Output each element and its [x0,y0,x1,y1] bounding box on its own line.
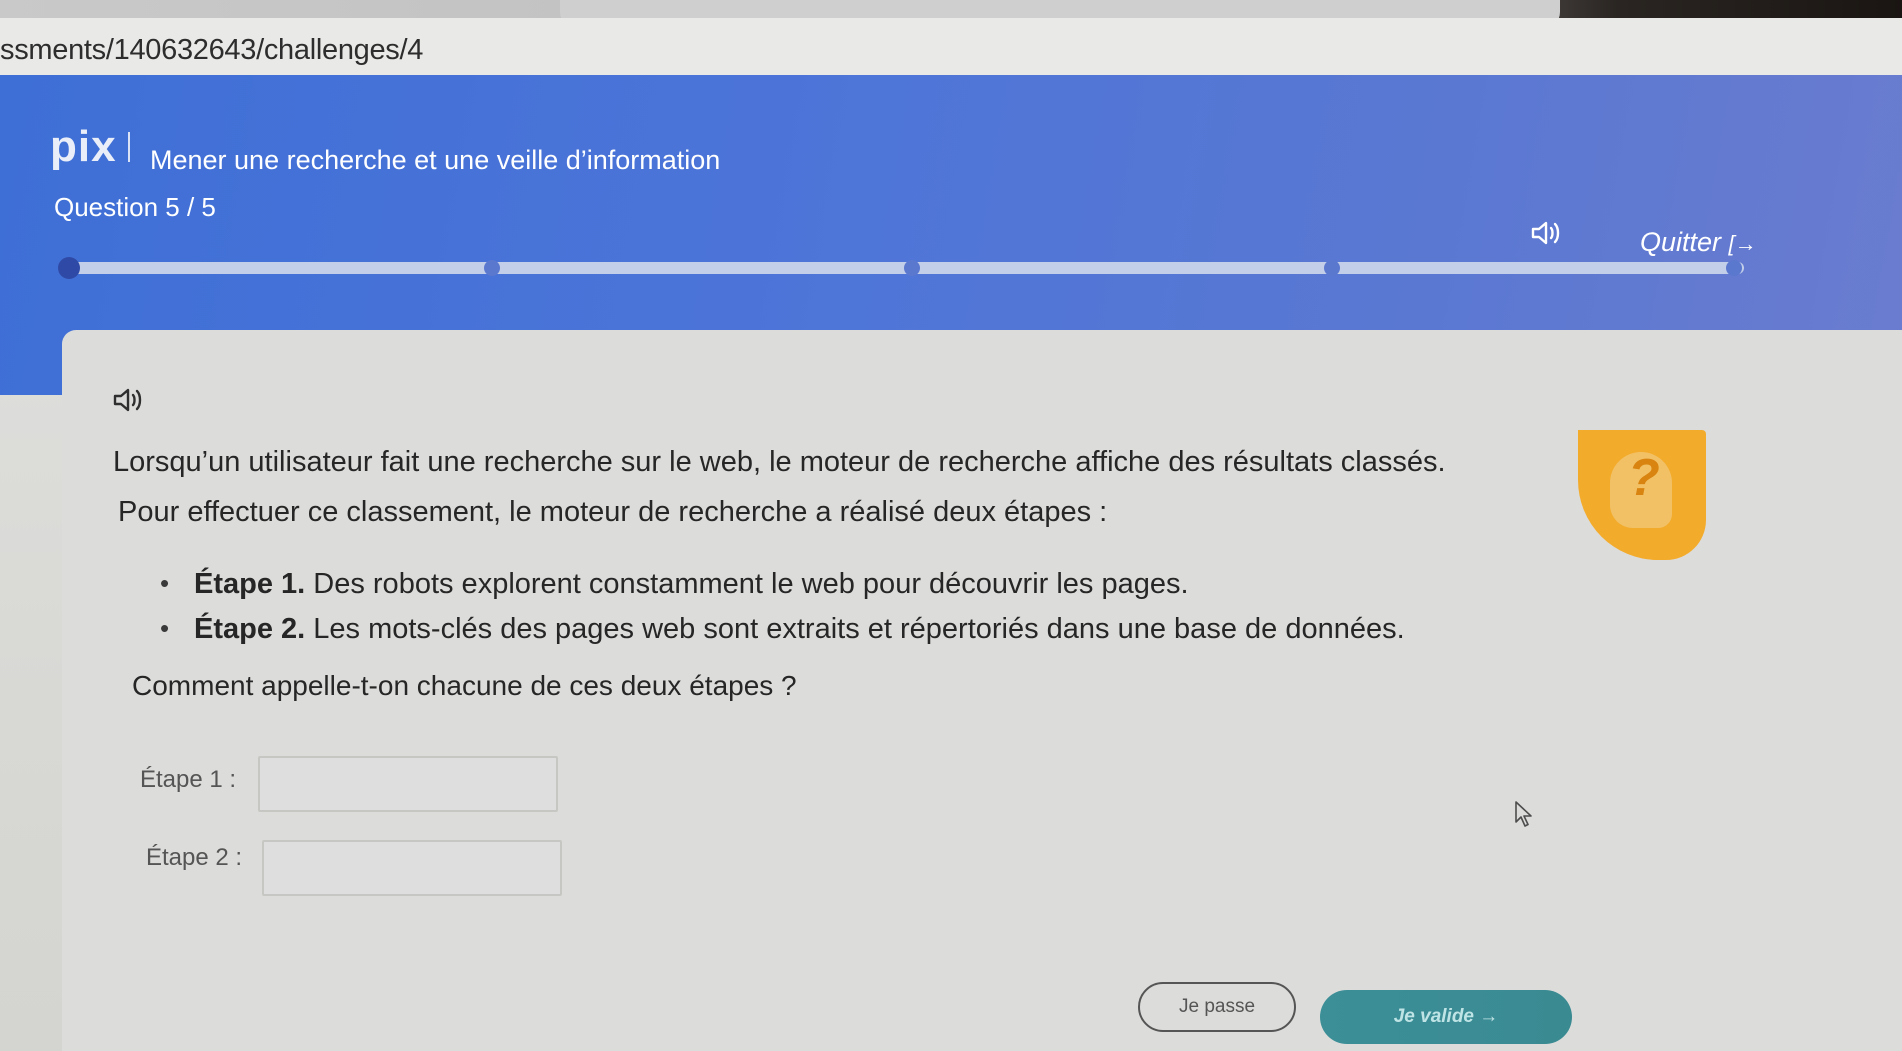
step-1-label: Étape 1 : [140,766,237,793]
step-label: Étape 2. [194,613,306,645]
competence-title: Mener une recherche et une veille d’info… [150,145,721,175]
pointer-arrow-icon [1515,801,1532,827]
quit-button[interactable]: Quitter [→ [1640,227,1757,258]
url-text[interactable]: ssments/140632643/challenges/4 [0,34,423,67]
quit-label: Quitter [1640,227,1722,257]
mouse-pointer-icon [1514,800,1536,835]
question-text: Comment appelle-t-on chacune de ces deux… [132,670,797,701]
step-1-input[interactable] [258,756,558,812]
question-counter: Question 5 / 5 [54,192,216,222]
steps-list: Étape 1. Des robots explorent constammen… [160,568,1405,658]
step-2-label: Étape 2 : [146,844,243,871]
speaker-icon[interactable] [112,385,146,422]
progress-step-5 [1726,260,1742,276]
step-label: Étape 1. [194,568,306,600]
page: ssments/140632643/challenges/4 A⁾ pix Me… [0,0,1902,1051]
instruction-intro-2: Pour effectuer ce classement, le moteur … [118,496,1108,528]
pix-logo[interactable]: pix [50,122,117,172]
speaker-instruction-icon [113,388,142,412]
list-item: Étape 1. Des robots explorent constammen… [160,568,1405,601]
step-text: Les mots-clés des pages web sont extrait… [305,613,1405,645]
speaker-header-icon [1531,221,1560,245]
list-item: Étape 2. Les mots-clés des pages web son… [160,613,1405,646]
progress-bar [58,257,1744,279]
progress-step-4 [1324,260,1340,276]
quit-icon: [→ [1728,231,1757,256]
header-divider [128,132,130,162]
instruction-intro-1: Lorsqu’un utilisateur fait une recherche… [113,446,1446,478]
progress-step-2 [484,260,500,276]
step-text: Des robots explorent constamment le web … [305,568,1189,600]
validate-button[interactable]: Je valide → [1320,990,1572,1044]
progress-step-3 [904,260,920,276]
question-mark-icon: ? [1628,449,1660,507]
speaker-icon[interactable] [1530,218,1564,255]
step-2-input[interactable] [262,840,562,896]
progress-step-1 [58,257,80,279]
skip-button[interactable]: Je passe [1138,982,1296,1032]
